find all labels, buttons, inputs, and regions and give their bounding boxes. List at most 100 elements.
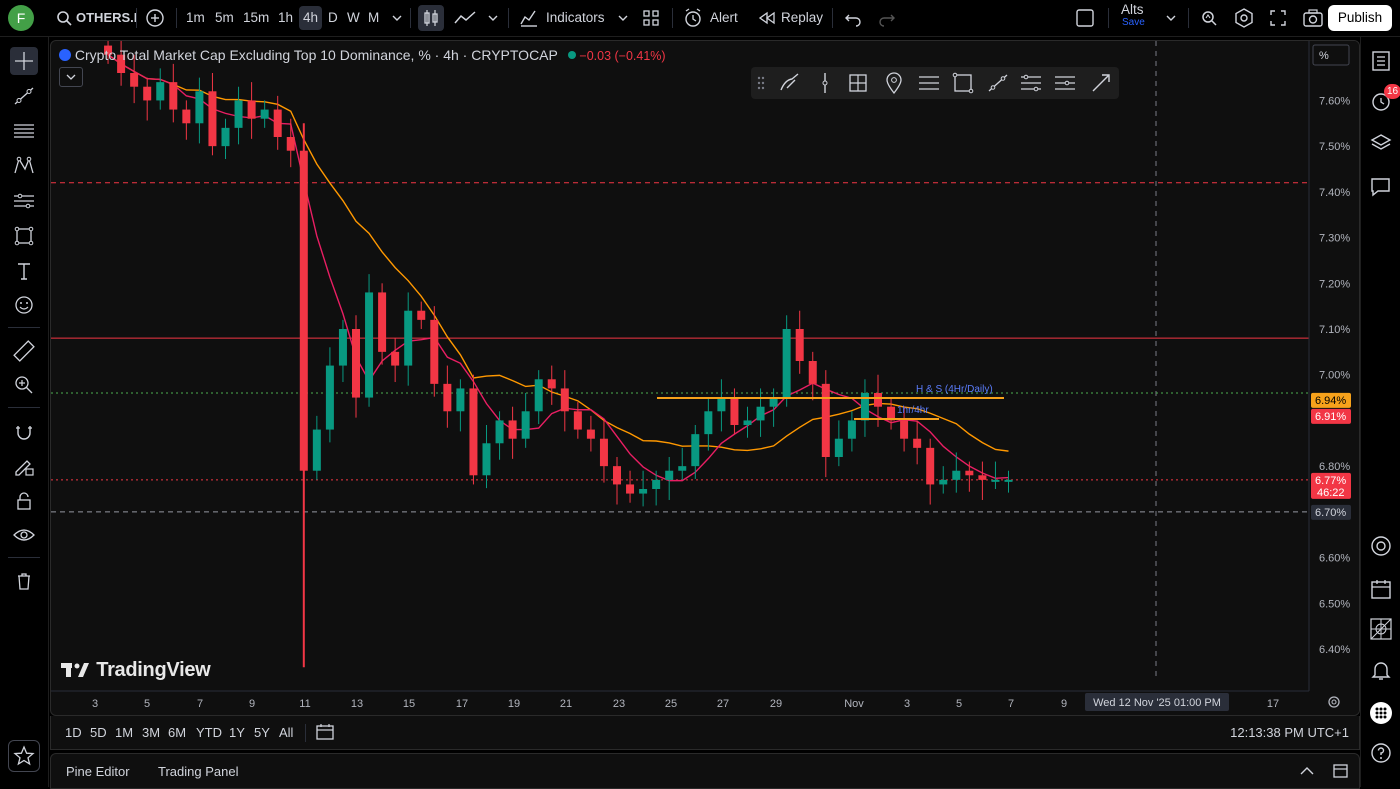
user-avatar[interactable]: F (8, 5, 34, 31)
text-tool-icon[interactable] (10, 257, 38, 285)
emoji-icon[interactable] (10, 291, 38, 319)
publish-button[interactable]: Publish (1328, 5, 1392, 31)
time-tick-label: 25 (665, 698, 677, 710)
legend-title: Crypto Total Market Cap Excluding Top 10… (74, 47, 558, 63)
session-clock[interactable]: 12:13:38 PM UTC+1 (1230, 725, 1349, 740)
pattern-xabcd-icon[interactable] (10, 152, 38, 180)
fib-levels-icon[interactable] (1055, 76, 1075, 90)
price-tick-label: 6.60% (1319, 553, 1350, 565)
alert-clock-icon[interactable] (680, 5, 706, 31)
chevron-up-icon[interactable] (1297, 762, 1317, 783)
timeframe-1m[interactable]: 1m (186, 6, 205, 30)
tab-trading-panel[interactable]: Trading Panel (158, 764, 238, 779)
range-6m[interactable]: 6M (168, 725, 186, 740)
range-5y[interactable]: 5Y (254, 725, 270, 740)
rectangle-icon[interactable] (952, 72, 974, 94)
candle-body (913, 438, 922, 448)
timeframe-1h[interactable]: 1h (278, 6, 293, 30)
indicators-icon[interactable] (516, 5, 542, 31)
compare-add-icon[interactable] (142, 5, 168, 31)
candle-body (1004, 479, 1013, 482)
time-tick-label: 9 (1061, 698, 1067, 710)
goto-date-calendar-icon[interactable] (315, 722, 335, 745)
chat-ideas-icon[interactable] (1369, 175, 1393, 199)
range-1m[interactable]: 1M (115, 725, 133, 740)
map-pin-icon[interactable] (886, 72, 902, 95)
layout-name[interactable]: Alts (1121, 2, 1144, 18)
chevron-down-icon[interactable] (384, 5, 410, 31)
candle-body (338, 329, 347, 366)
undo-icon[interactable] (840, 5, 866, 31)
channel-lines-icon[interactable] (919, 76, 939, 90)
ruler-measure-icon[interactable] (10, 337, 38, 365)
range-all[interactable]: All (279, 725, 293, 740)
range-1y[interactable]: 1Y (229, 725, 245, 740)
camera-snapshot-icon[interactable] (1300, 5, 1326, 31)
watchlist-icon[interactable] (1369, 49, 1393, 73)
trash-icon[interactable] (10, 567, 38, 595)
favorites-star-icon[interactable] (8, 740, 40, 772)
range-1d[interactable]: 1D (65, 725, 82, 740)
legend-collapse-chevron-icon[interactable] (59, 67, 83, 87)
range-3m[interactable]: 3M (142, 725, 160, 740)
stay-in-drawing-mode-icon[interactable] (10, 452, 38, 480)
timeframe-4h[interactable]: 4h (299, 6, 323, 30)
eye-visibility-icon[interactable] (10, 521, 38, 549)
hotlists-target-icon[interactable] (1369, 534, 1393, 558)
price-tag-label: 6.91% (1315, 411, 1346, 423)
chart-pane[interactable]: H & S (4Hr/Daily) 1hr/4hr % 7.60% 7.50% 7.40… (50, 40, 1360, 716)
replay-rewind-icon[interactable] (754, 5, 780, 31)
notifications-bell-icon[interactable] (1369, 658, 1393, 682)
measure-frame-icon[interactable] (849, 74, 867, 92)
chevron-down-icon[interactable] (610, 5, 636, 31)
vertical-line-icon[interactable] (822, 73, 828, 93)
trend-line-icon[interactable] (988, 74, 1008, 92)
timeframe-m[interactable]: M (368, 6, 379, 30)
parallel-channel-icon[interactable] (1021, 74, 1041, 92)
search-icon[interactable] (52, 5, 78, 31)
zoom-in-icon[interactable] (10, 371, 38, 399)
templates-grid-icon[interactable] (638, 5, 664, 31)
timeframe-d[interactable]: D (328, 6, 338, 30)
products-grid-icon[interactable] (1369, 701, 1393, 725)
time-tick-label: 5 (144, 698, 150, 710)
candle-body (443, 383, 452, 412)
alert-button[interactable]: Alert (710, 6, 738, 30)
arrow-tool-icon[interactable] (1092, 74, 1110, 92)
layout-square-icon[interactable] (1072, 5, 1098, 31)
magnet-icon[interactable] (10, 418, 38, 446)
layers-icon[interactable] (1369, 131, 1393, 155)
drag-handle-icon[interactable] (757, 76, 765, 90)
brush-icon[interactable] (780, 73, 799, 91)
timeframe-5m[interactable]: 5m (215, 6, 234, 30)
indicators-button[interactable]: Indicators (546, 6, 605, 30)
settings-gear-icon[interactable] (1231, 5, 1257, 31)
replay-button[interactable]: Replay (781, 6, 823, 30)
calendar-icon[interactable] (1369, 577, 1393, 601)
spider-web-icon[interactable] (1369, 617, 1393, 641)
price-chart[interactable]: H & S (4Hr/Daily) 1hr/4hr % 7.60% 7.50% 7.40… (51, 41, 1359, 715)
redo-icon[interactable] (874, 5, 900, 31)
tab-pine-editor[interactable]: Pine Editor (66, 764, 130, 779)
line-chart-type-icon[interactable] (452, 5, 478, 31)
timeframe-15m[interactable]: 15m (243, 6, 269, 30)
help-question-icon[interactable] (1369, 741, 1393, 765)
candles-chart-type-icon[interactable] (418, 5, 444, 31)
forecasting-tools-icon[interactable] (10, 187, 38, 215)
trend-line-icon[interactable] (10, 82, 38, 110)
quick-search-icon[interactable] (1196, 5, 1222, 31)
fib-retracement-icon[interactable] (10, 117, 38, 145)
chevron-down-icon[interactable] (480, 5, 506, 31)
rectangle-shape-icon[interactable] (10, 222, 38, 250)
maximize-panel-icon[interactable] (1331, 762, 1351, 783)
chevron-down-icon[interactable] (1158, 5, 1184, 31)
candle-body (691, 434, 700, 467)
bottom-panel: Pine Editor Trading Panel (50, 753, 1360, 789)
symbol-search[interactable]: OTHERS.I (76, 6, 137, 30)
range-ytd[interactable]: YTD (196, 725, 222, 740)
fullscreen-icon[interactable] (1265, 5, 1291, 31)
crosshair-icon[interactable] (10, 47, 38, 75)
timeframe-w[interactable]: W (347, 6, 360, 30)
lock-drawings-icon[interactable] (10, 487, 38, 515)
range-5d[interactable]: 5D (90, 725, 107, 740)
